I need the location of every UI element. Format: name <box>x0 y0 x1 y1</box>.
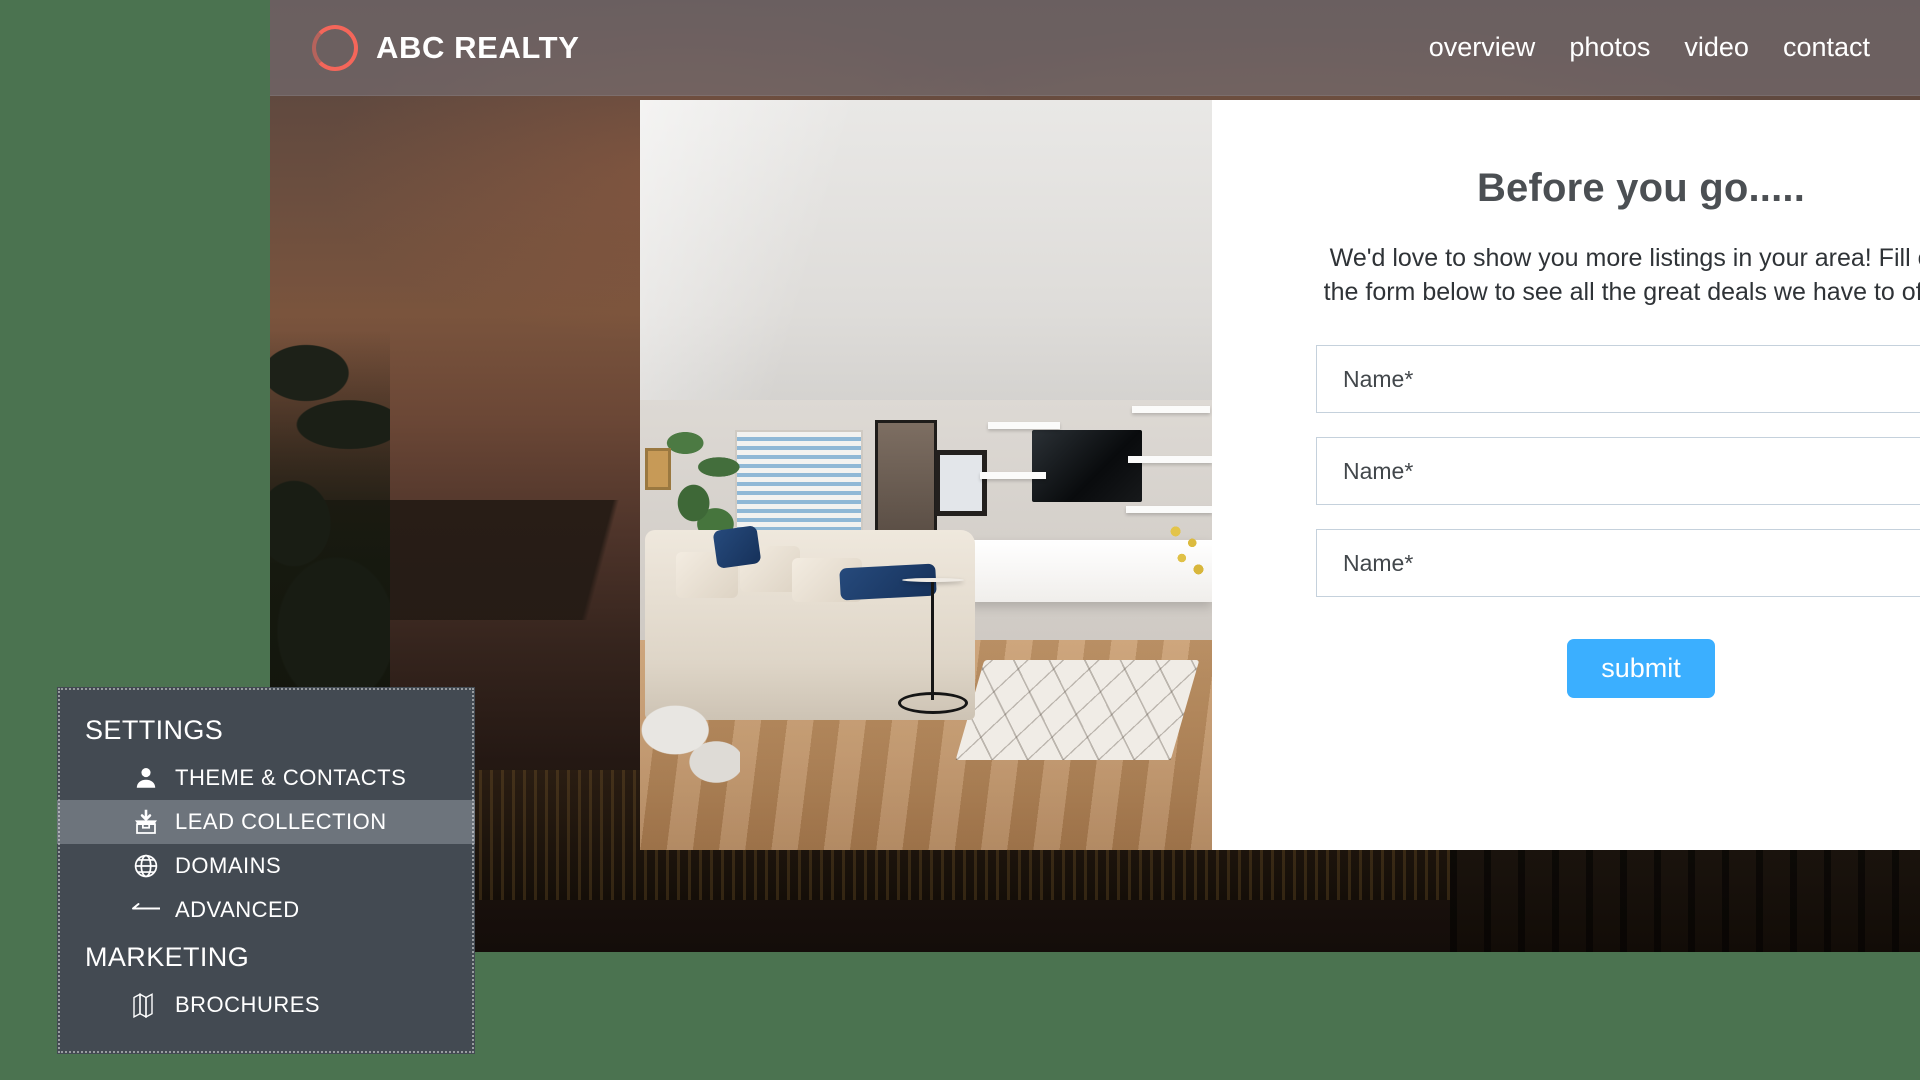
arrow-left-icon <box>131 895 161 925</box>
brand-circle-icon <box>312 24 358 71</box>
section-title-settings: SETTINGS <box>85 715 224 745</box>
sidebar-item-domains[interactable]: DOMAINS <box>57 844 475 888</box>
sidebar-item-label: DOMAINS <box>175 853 282 878</box>
sidebar-item-advanced[interactable]: ADVANCED <box>57 888 475 932</box>
brochure-map-icon <box>131 990 161 1020</box>
settings-sidebar-panel: SETTINGS THEME & CONTACTS LEAD COLLECTIO… <box>57 687 475 1054</box>
sidebar-item-label: THEME & CONTACTS <box>175 765 407 790</box>
lead-field-2[interactable] <box>1316 437 1920 505</box>
photo-side-table-base <box>898 692 968 714</box>
globe-icon <box>131 851 161 881</box>
nav-link-video[interactable]: video <box>1684 32 1749 63</box>
modal-title: Before you go..... <box>1476 166 1806 210</box>
sidebar-item-label: ADVANCED <box>175 897 300 922</box>
background-dock <box>1450 840 1920 952</box>
modal-property-photo <box>640 100 1212 850</box>
photo-framed-art-left <box>645 448 671 490</box>
photo-navy-pillow-1 <box>712 525 762 569</box>
lead-capture-form: Before you go..... We'd love to show you… <box>1212 100 1920 850</box>
inbox-box-icon <box>131 807 161 837</box>
photo-television <box>1032 430 1142 502</box>
sidebar-item-label: BROCHURES <box>175 992 321 1017</box>
photo-shelf-2 <box>980 472 1046 479</box>
sidebar-item-theme-and-contacts[interactable]: THEME & CONTACTS <box>57 756 475 800</box>
photo-ceiling <box>640 100 1212 405</box>
photo-shelf-3 <box>1132 406 1210 413</box>
submit-button[interactable]: submit <box>1567 639 1715 698</box>
lead-field-1[interactable] <box>1316 345 1920 413</box>
website-viewport: ABC REALTY overview photos video contact <box>270 0 1920 952</box>
photo-side-table-leg <box>931 582 934 700</box>
photo-yellow-flowers <box>1160 520 1212 615</box>
photo-area-rug <box>955 660 1200 760</box>
sidebar-item-brochures[interactable]: BROCHURES <box>57 983 475 1027</box>
brand-name: ABC REALTY <box>376 29 580 65</box>
photo-shelf-4 <box>1128 456 1212 463</box>
brand[interactable]: ABC REALTY <box>312 24 580 71</box>
section-title-marketing: MARKETING <box>85 942 250 972</box>
lead-capture-modal: Before you go..... We'd love to show you… <box>640 100 1920 850</box>
modal-subtitle: We'd love to show you more listings in y… <box>1323 244 1920 306</box>
lead-field-3[interactable] <box>1316 529 1920 597</box>
nav-link-photos[interactable]: photos <box>1569 32 1650 63</box>
photo-shelf-5 <box>1126 506 1212 513</box>
photo-navy-pillow-2 <box>839 563 937 601</box>
nav-link-overview[interactable]: overview <box>1429 32 1536 63</box>
photo-shelf-1 <box>988 422 1060 429</box>
photo-framed-art-right <box>935 450 987 516</box>
screen-canvas: ABC REALTY overview photos video contact <box>0 0 1920 1080</box>
site-nav: overview photos video contact <box>1429 32 1892 63</box>
site-header: ABC REALTY overview photos video contact <box>270 0 1920 96</box>
photo-dining-chairs <box>640 700 740 800</box>
nav-link-contact[interactable]: contact <box>1783 32 1870 63</box>
sidebar-item-lead-collection[interactable]: LEAD COLLECTION <box>57 800 475 844</box>
person-icon <box>131 763 161 793</box>
sidebar-item-label: LEAD COLLECTION <box>175 809 387 834</box>
